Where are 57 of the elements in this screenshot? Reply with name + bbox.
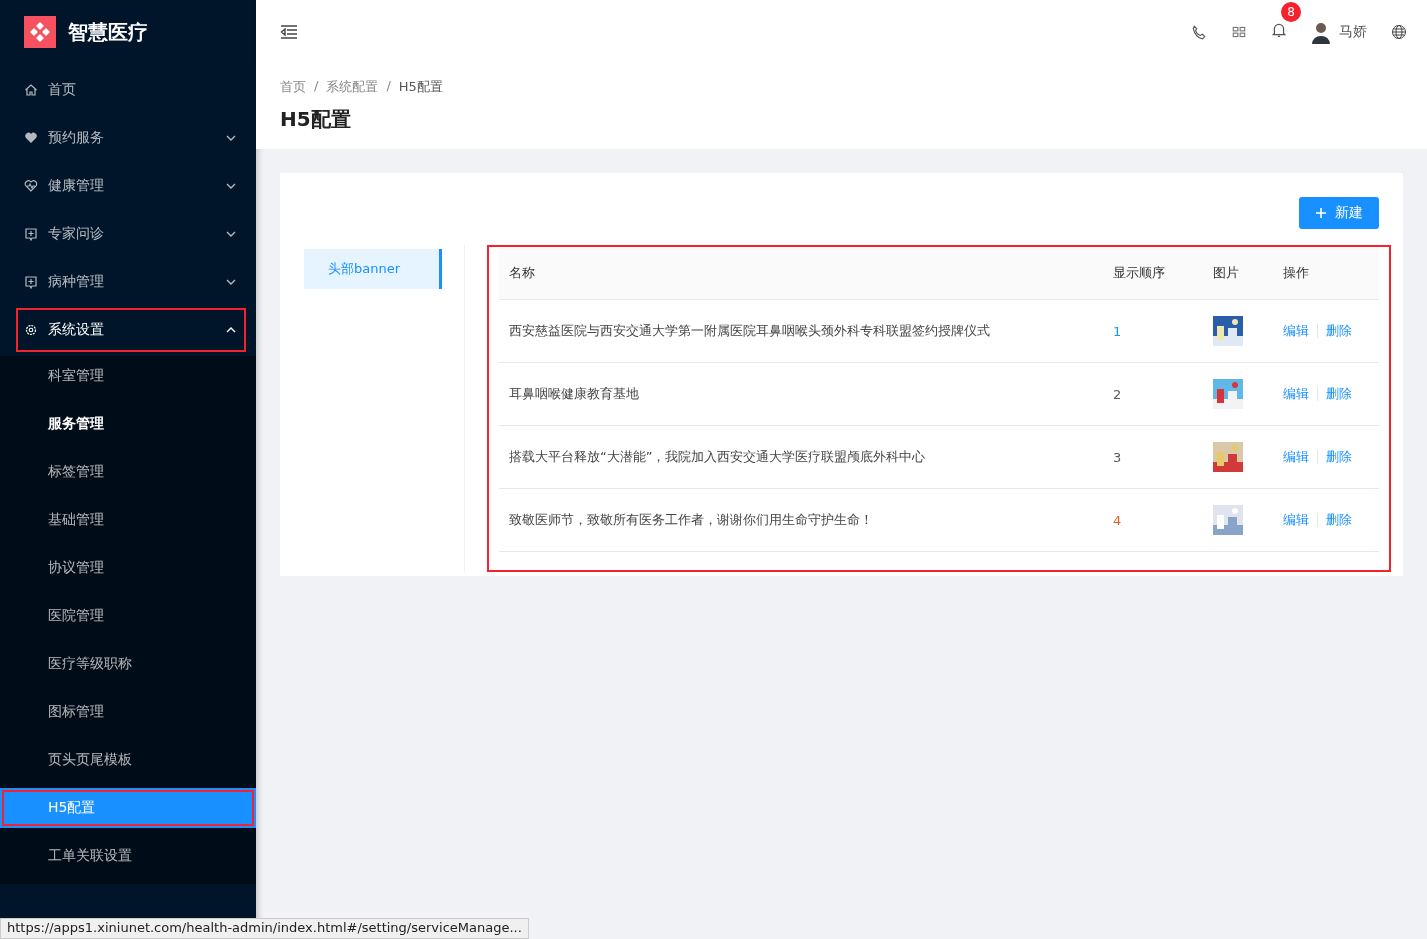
sidebar-item[interactable]: 系统设置 <box>16 308 246 352</box>
table-cell: 耳鼻咽喉健康教育基地 <box>509 386 639 401</box>
chevron-icon <box>226 135 236 141</box>
notification-badge: 8 <box>1281 2 1301 22</box>
order-number: 4 <box>1113 512 1122 528</box>
heart-icon <box>24 131 38 145</box>
submenu-item[interactable]: 标签管理 <box>0 452 256 492</box>
sidebar-item[interactable]: 预约服务 <box>16 116 246 160</box>
settings-icon <box>24 323 38 337</box>
logo-icon <box>24 16 56 48</box>
table-cell: 西安慈益医院与西安交通大学第一附属医院耳鼻咽喉头颈外科专科联盟签约授牌仪式 <box>509 323 990 338</box>
user-name[interactable]: 马娇 <box>1339 23 1367 41</box>
table-cell: 搭载大平台释放“大潜能”，我院加入西安交通大学医疗联盟颅底外科中心 <box>509 449 926 464</box>
chevron-icon <box>226 279 236 285</box>
chevron-icon <box>226 327 236 333</box>
medical-board-icon <box>24 227 38 241</box>
breadcrumb-separator: / <box>314 78 319 95</box>
order-number: 2 <box>1113 386 1122 402</box>
status-url: https://apps1.xiniunet.com/health-admin/index.html#/setting/serviceManage... <box>0 918 529 939</box>
breadcrumb-item: H5配置 <box>398 78 443 96</box>
menu-fold-icon[interactable] <box>280 25 298 39</box>
order-number: 1 <box>1113 323 1122 339</box>
page-title: H5配置 <box>280 106 352 133</box>
globe-icon[interactable] <box>1391 24 1407 40</box>
submenu-item[interactable]: 服务管理 <box>0 404 256 444</box>
submenu-item[interactable]: 页头页尾模板 <box>0 740 256 780</box>
breadcrumb-item[interactable]: 系统配置 <box>326 78 379 96</box>
submenu-item[interactable]: 科室管理 <box>0 356 256 396</box>
heart-pulse-icon <box>24 179 38 193</box>
avatar-icon[interactable] <box>1311 20 1331 44</box>
column-header: 显示顺序 <box>1113 265 1165 280</box>
submenu-item[interactable]: 基础管理 <box>0 500 256 540</box>
sidebar-item[interactable]: 首页 <box>16 68 246 112</box>
submenu-item[interactable]: 图标管理 <box>0 692 256 732</box>
chevron-icon <box>226 183 236 189</box>
column-header: 操作 <box>1283 265 1309 280</box>
medical-board-icon <box>24 275 38 289</box>
column-header: 图片 <box>1213 265 1239 280</box>
column-header: 名称 <box>509 265 535 280</box>
breadcrumb-item[interactable]: 首页 <box>280 78 306 96</box>
bell-icon[interactable] <box>1271 22 1287 38</box>
submenu-item[interactable]: 医疗等级职称 <box>0 644 256 684</box>
breadcrumb-separator: / <box>386 78 391 95</box>
submenu-item[interactable]: 工单关联设置 <box>0 836 256 876</box>
order-number: 3 <box>1113 449 1122 465</box>
sidebar-item[interactable]: 病种管理 <box>16 260 246 304</box>
submenu-item[interactable]: 协议管理 <box>0 548 256 588</box>
phone-icon[interactable] <box>1191 24 1207 40</box>
home-icon <box>24 83 38 97</box>
submenu-item[interactable]: 医院管理 <box>0 596 256 636</box>
grid-icon[interactable] <box>1231 24 1247 40</box>
table-cell: 致敬医师节，致敬所有医务工作者，谢谢你们用生命守护生命！ <box>509 512 873 527</box>
plus-icon <box>1315 207 1327 219</box>
sidebar-item[interactable]: 健康管理 <box>16 164 246 208</box>
app-title: 智慧医疗 <box>68 18 148 46</box>
sidebar-item[interactable]: 专家问诊 <box>16 212 246 256</box>
chevron-icon <box>226 231 236 237</box>
